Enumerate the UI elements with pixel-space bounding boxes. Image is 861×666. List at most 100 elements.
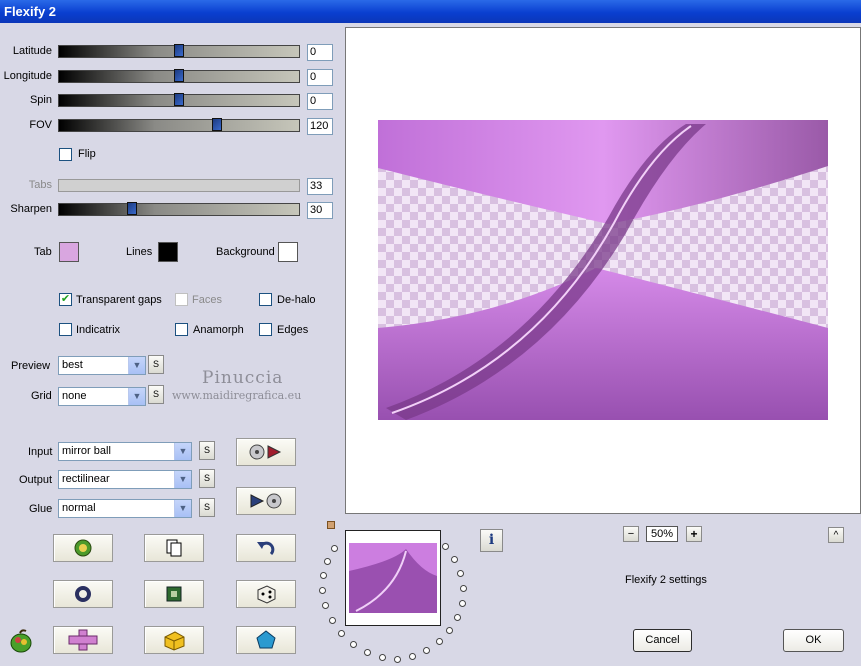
input-s-button[interactable]: S <box>199 441 215 460</box>
latitude-value[interactable]: 0 <box>307 44 333 61</box>
transparent-gaps-checkbox[interactable]: ✔ <box>59 293 72 306</box>
navigator-handle[interactable] <box>327 521 335 529</box>
ring-icon <box>75 586 91 602</box>
glue-s-button[interactable]: S <box>199 498 215 517</box>
settings-status-text: Flexify 2 settings <box>625 574 707 586</box>
undo-arrow-icon <box>257 541 275 556</box>
chevron-down-icon: ▼ <box>128 388 145 405</box>
square-button[interactable] <box>144 580 204 608</box>
spin-value[interactable]: 0 <box>307 93 333 110</box>
navigator-dot[interactable] <box>319 587 326 594</box>
navigator-dot[interactable] <box>423 647 430 654</box>
input-value: mirror ball <box>62 445 111 457</box>
randomize-button[interactable] <box>53 534 113 562</box>
copy-button[interactable] <box>144 534 204 562</box>
navigator-dot[interactable] <box>320 572 327 579</box>
dice-icon <box>257 585 276 604</box>
flip-checkbox[interactable] <box>59 148 72 161</box>
collapse-button[interactable]: ^ <box>828 527 844 543</box>
ring-button[interactable] <box>53 580 113 608</box>
thumbnail-frame[interactable] <box>345 530 441 626</box>
sharpen-track[interactable] <box>58 202 300 216</box>
fov-value[interactable]: 120 <box>307 118 333 135</box>
sharpen-value[interactable]: 30 <box>307 202 333 219</box>
anamorph-checkbox[interactable] <box>175 323 188 336</box>
faces-checkbox <box>175 293 188 306</box>
thumbnail-image <box>349 543 437 613</box>
tab-color-swatch[interactable] <box>59 242 79 262</box>
navigator-dot[interactable] <box>446 627 453 634</box>
tabs-value[interactable]: 33 <box>307 178 333 195</box>
navigator-dot[interactable] <box>436 638 443 645</box>
cross-button[interactable] <box>53 626 113 654</box>
navigator-dot[interactable] <box>459 600 466 607</box>
tabs-track <box>58 179 300 192</box>
navigator-dot[interactable] <box>350 641 357 648</box>
latitude-track[interactable] <box>58 44 300 58</box>
fov-thumb[interactable] <box>212 118 222 131</box>
preview-quality-select[interactable]: best ▼ <box>58 356 146 375</box>
navigator-dot[interactable] <box>322 602 329 609</box>
play-to-disc-icon <box>250 493 282 509</box>
chevron-down-icon: ▼ <box>128 357 145 374</box>
longitude-track[interactable] <box>58 69 300 83</box>
output-select[interactable]: rectilinear ▼ <box>58 470 192 489</box>
navigator-dot[interactable] <box>451 556 458 563</box>
grid-s-button[interactable]: S <box>148 385 164 404</box>
transparent-gaps-label: Transparent gaps <box>76 294 162 306</box>
output-to-input-button[interactable] <box>236 487 296 515</box>
cancel-button[interactable]: Cancel <box>633 629 692 652</box>
glue-value: normal <box>62 502 96 514</box>
info-button[interactable]: i <box>480 529 503 552</box>
latitude-thumb[interactable] <box>174 44 184 57</box>
indicatrix-label: Indicatrix <box>76 324 121 336</box>
undo-button[interactable] <box>236 534 296 562</box>
navigator-dot[interactable] <box>331 545 338 552</box>
navigator-dot[interactable] <box>457 570 464 577</box>
navigator-dot[interactable] <box>454 614 461 621</box>
ok-button[interactable]: OK <box>783 629 844 652</box>
preview-s-button[interactable]: S <box>148 355 164 374</box>
random-dice-button[interactable] <box>236 580 296 608</box>
navigator-dot[interactable] <box>409 653 416 660</box>
de-halo-checkbox[interactable] <box>259 293 272 306</box>
output-s-button[interactable]: S <box>199 469 215 488</box>
zoom-level: 50% <box>646 526 678 542</box>
fov-track[interactable] <box>58 118 300 132</box>
indicatrix-checkbox[interactable] <box>59 323 72 336</box>
edges-checkbox[interactable] <box>259 323 272 336</box>
pentagon-button[interactable] <box>236 626 296 654</box>
navigator-dot[interactable] <box>329 617 336 624</box>
glue-select[interactable]: normal ▼ <box>58 499 192 518</box>
preview-canvas[interactable] <box>345 27 861 514</box>
glue-label: Glue <box>29 503 53 515</box>
lines-color-swatch[interactable] <box>158 242 178 262</box>
sharpen-thumb[interactable] <box>127 202 137 215</box>
preview-quality-value: best <box>62 359 83 371</box>
navigator-dot[interactable] <box>338 630 345 637</box>
zoom-out-button[interactable]: − <box>623 526 639 542</box>
faces-label: Faces <box>192 294 222 306</box>
navigator-dot[interactable] <box>379 654 386 661</box>
background-color-swatch[interactable] <box>278 242 298 262</box>
navigator-dot[interactable] <box>442 543 449 550</box>
cube-button[interactable] <box>144 626 204 654</box>
input-select[interactable]: mirror ball ▼ <box>58 442 192 461</box>
longitude-thumb[interactable] <box>174 69 184 82</box>
grid-value: none <box>62 390 87 402</box>
square-frame-icon <box>166 586 182 602</box>
checkmark-icon: ✔ <box>60 293 71 305</box>
navigator-dot[interactable] <box>460 585 467 592</box>
spin-thumb[interactable] <box>174 93 184 106</box>
zoom-in-button[interactable]: + <box>686 526 702 542</box>
input-to-output-button[interactable] <box>236 438 296 466</box>
tabs-label: Tabs <box>28 179 52 191</box>
grid-select[interactable]: none ▼ <box>58 387 146 406</box>
chevron-down-icon: ▼ <box>174 443 191 460</box>
navigator-dot[interactable] <box>394 656 401 663</box>
chevron-down-icon: ▼ <box>174 471 191 488</box>
navigator-dot[interactable] <box>324 558 331 565</box>
navigator-dot[interactable] <box>364 649 371 656</box>
spin-track[interactable] <box>58 93 300 107</box>
longitude-value[interactable]: 0 <box>307 69 333 86</box>
